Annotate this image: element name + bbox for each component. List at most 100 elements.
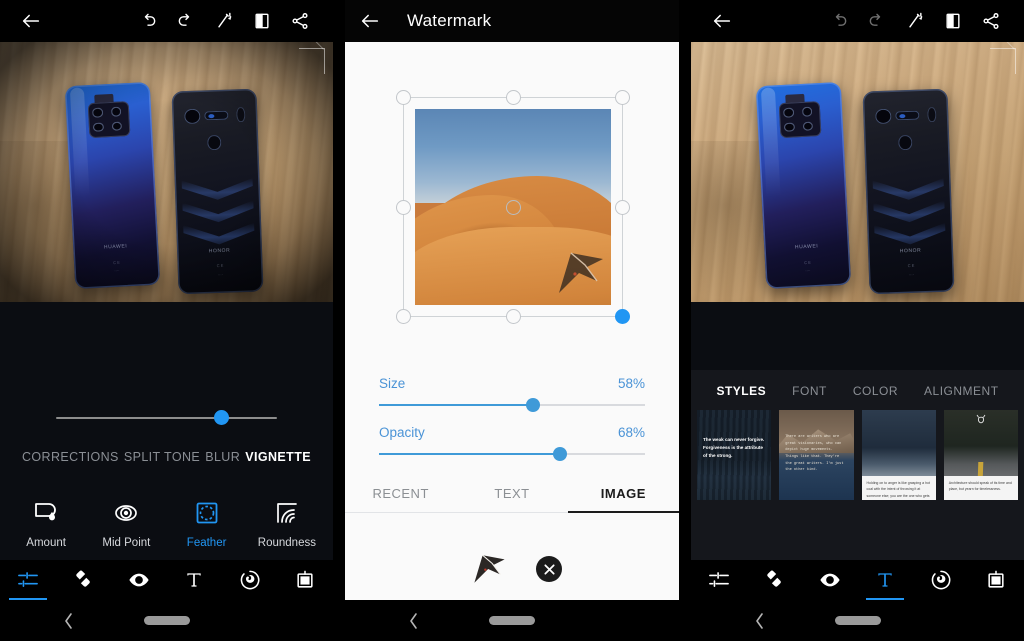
system-home-indicator[interactable] [143,616,190,625]
tool-label: Mid Point [102,537,151,549]
tab-image[interactable]: IMAGE [567,474,679,513]
system-back-icon[interactable] [62,612,75,630]
tool-label: Feather [186,537,227,549]
redo-icon[interactable] [167,0,205,42]
back-arrow-icon[interactable] [705,10,739,32]
magic-wand-icon[interactable] [205,0,243,42]
feather-icon [171,498,243,528]
system-home-indicator[interactable] [489,616,535,625]
tab-recent[interactable]: RECENT [345,474,456,512]
compare-icon[interactable] [243,0,281,42]
panel1-photo[interactable]: HUAWEI C E ···· HONOR C E ···· [0,42,333,302]
midpoint-icon [90,498,162,528]
size-label: Size [379,376,406,391]
handle-bottom-right[interactable] [615,309,630,324]
style-card[interactable]: The weak can never forgive. Forgiveness … [697,410,772,500]
page-title: Watermark [407,11,492,30]
style-caption: Holding on to anger is like grasping a h… [861,476,936,500]
remove-watermark-button[interactable] [536,556,562,582]
nav-retouch[interactable] [227,560,273,600]
tool-amount[interactable]: Amount [10,498,82,549]
size-slider-thumb[interactable] [526,398,541,412]
nav-heal[interactable] [751,560,797,600]
handle-bottom-left[interactable] [396,309,411,324]
tab-alignment[interactable]: ALIGNMENT [924,384,999,398]
style-card[interactable]: Holding on to anger is like grasping a h… [861,410,936,500]
panel1-bottom-nav [0,560,333,600]
magic-wand-icon[interactable] [896,0,934,42]
slider-track [56,417,277,419]
tool-roundness[interactable]: Roundness [251,498,323,549]
handle-middle-left[interactable] [396,200,411,215]
tab-font[interactable]: FONT [792,384,827,398]
amount-icon [10,498,82,528]
handle-top-left[interactable] [396,90,411,105]
nav-adjust-sliders[interactable] [5,560,51,600]
crop-corner-marker [299,48,325,74]
tab-corrections[interactable]: CORRECTIONS [22,450,119,464]
nav-frame[interactable] [282,560,328,600]
tool-label: Amount [26,537,66,549]
handle-top-center[interactable] [506,90,521,105]
undo-icon[interactable] [820,0,858,42]
tab-color[interactable]: COLOR [853,384,898,398]
style-card[interactable]: Architecture should speak of its time an… [943,410,1018,500]
nav-eye[interactable] [807,560,853,600]
back-arrow-icon[interactable] [359,10,381,32]
roundness-icon [251,498,323,528]
vignette-tool-row: Amount Mid Point Feather Roundness [0,464,333,549]
redo-icon[interactable] [858,0,896,42]
system-home-indicator[interactable] [834,616,881,625]
opacity-slider-thumb[interactable] [552,447,567,461]
panel-divider-2 [679,0,691,641]
panel2-system-bar [345,600,679,641]
nav-adjust-sliders[interactable] [696,560,742,600]
opacity-slider[interactable] [379,446,645,462]
tab-blur[interactable]: BLUR [205,450,240,464]
nav-frame[interactable] [973,560,1019,600]
panel1-system-bar [0,600,333,641]
huawei-phone: HUAWEI C E ···· [64,81,161,289]
panel3-photo[interactable]: HUAWEI C E ···· HONOR C E ···· [691,42,1024,302]
slider-thumb[interactable] [214,410,230,425]
tab-split-tone[interactable]: SPLIT TONE [124,450,200,464]
style-quote: There are writers who are great visionar… [785,435,844,473]
undo-icon[interactable] [129,0,167,42]
panel1-toolbar [0,0,333,42]
tool-label: Roundness [257,537,316,549]
style-caption: Architecture should speak of its time an… [943,476,1018,500]
watermark-canvas[interactable] [345,42,679,372]
nav-retouch[interactable] [918,560,964,600]
size-slider-group: Size 58% [379,376,645,413]
compare-icon[interactable] [934,0,972,42]
tab-styles[interactable]: STYLES [716,384,766,398]
share-icon[interactable] [281,0,319,42]
share-icon[interactable] [972,0,1010,42]
style-card[interactable]: There are writers who are great visionar… [779,410,854,500]
style-quote: The weak can never forgive. Forgiveness … [703,437,765,459]
handle-top-right[interactable] [615,90,630,105]
watermark-logo-thumbnail[interactable] [462,549,506,589]
nav-text[interactable] [171,560,217,600]
handle-middle-right[interactable] [615,200,630,215]
size-slider[interactable] [379,397,645,413]
tab-text[interactable]: TEXT [456,474,567,512]
honor-phone: HONOR C E ···· [171,88,264,295]
tool-feather[interactable]: Feather [171,498,243,549]
panel2-toolbar: Watermark [345,0,679,42]
handle-center[interactable] [506,200,521,215]
honor-phone: HONOR C E ···· [862,88,955,295]
nav-heal[interactable] [60,560,106,600]
handle-bottom-center[interactable] [506,309,521,324]
nav-text[interactable] [862,560,908,600]
system-back-icon[interactable] [753,612,766,630]
nav-eye[interactable] [116,560,162,600]
style-thumbnail-row: The weak can never forgive. Forgiveness … [691,410,1024,500]
panel3-toolbar [691,0,1024,42]
tool-midpoint[interactable]: Mid Point [90,498,162,549]
back-arrow-icon[interactable] [14,10,48,32]
system-back-icon[interactable] [407,612,420,630]
watermark-transform-box[interactable] [396,90,630,324]
vignette-value-slider[interactable] [56,408,277,428]
tab-vignette[interactable]: VIGNETTE [245,450,311,464]
